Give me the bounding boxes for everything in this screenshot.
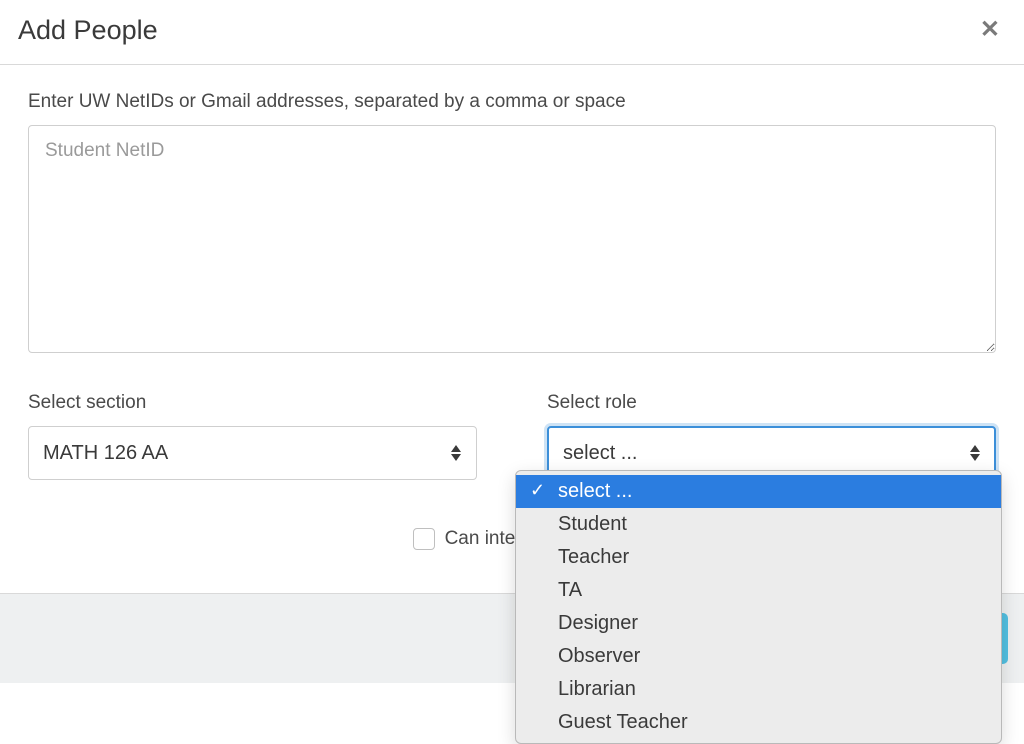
- role-option[interactable]: TA: [516, 574, 1001, 607]
- role-column: Select role select ... select ...Student…: [547, 392, 996, 480]
- role-option[interactable]: Guest Teacher: [516, 706, 1001, 739]
- modal-header: Add People ✕: [0, 0, 1024, 65]
- role-option[interactable]: Student: [516, 508, 1001, 541]
- netid-textarea[interactable]: [28, 125, 996, 353]
- role-option[interactable]: Observer: [516, 640, 1001, 673]
- netid-label: Enter UW NetIDs or Gmail addresses, sepa…: [28, 91, 996, 113]
- section-select-value: MATH 126 AA: [43, 442, 168, 464]
- role-select-value: select ...: [563, 442, 637, 464]
- section-label: Select section: [28, 392, 477, 414]
- role-select-wrap: select ... select ...StudentTeacherTADes…: [547, 426, 996, 480]
- interact-checkbox[interactable]: [413, 528, 435, 550]
- close-icon: ✕: [980, 16, 1000, 43]
- close-button[interactable]: ✕: [976, 14, 1004, 46]
- role-option[interactable]: Librarian: [516, 673, 1001, 706]
- section-select[interactable]: MATH 126 AA: [28, 426, 477, 480]
- role-dropdown-menu: select ...StudentTeacherTADesignerObserv…: [515, 470, 1002, 744]
- role-option[interactable]: Designer: [516, 607, 1001, 640]
- section-column: Select section MATH 126 AA: [28, 392, 477, 480]
- section-select-wrap: MATH 126 AA: [28, 426, 477, 480]
- select-row: Select section MATH 126 AA Select role s…: [28, 392, 996, 480]
- modal-body: Enter UW NetIDs or Gmail addresses, sepa…: [0, 65, 1024, 570]
- role-label: Select role: [547, 392, 996, 414]
- role-option[interactable]: Teacher: [516, 541, 1001, 574]
- modal-title: Add People: [18, 15, 158, 46]
- role-option[interactable]: select ...: [516, 475, 1001, 508]
